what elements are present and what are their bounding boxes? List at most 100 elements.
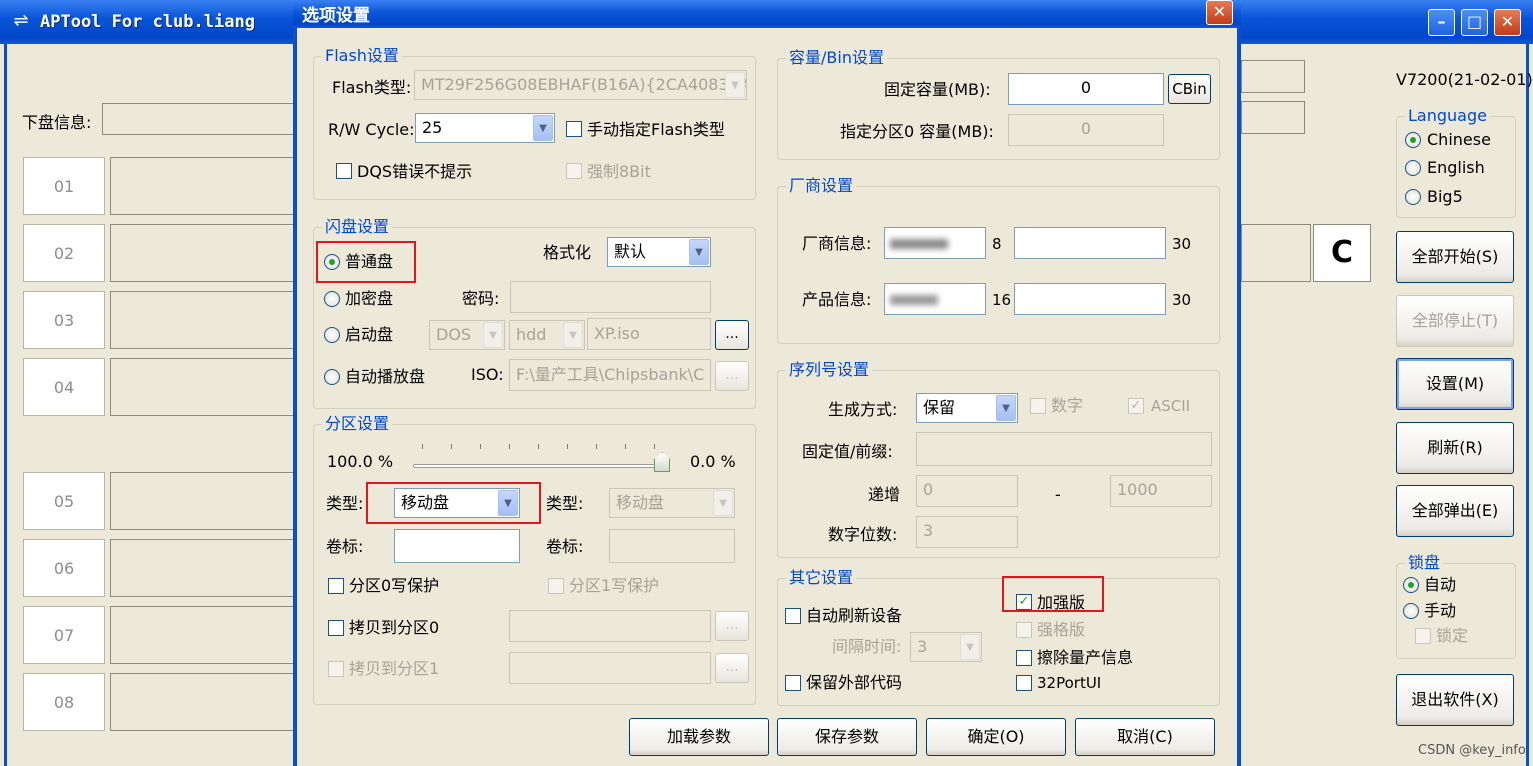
port32-ui-checkbox[interactable] bbox=[1016, 675, 1032, 691]
fixed-capacity-label: 固定容量(MB): bbox=[884, 80, 991, 99]
language-english-label: English bbox=[1427, 158, 1485, 177]
port-bar bbox=[110, 539, 300, 597]
iso-browse-button[interactable]: ... bbox=[715, 361, 749, 391]
iso-path-input[interactable]: F:\量产工具\Chipsbank\C bbox=[509, 359, 711, 391]
increment-from-input[interactable]: 0 bbox=[916, 475, 1018, 507]
disk-info-field bbox=[102, 103, 302, 135]
boot-disk-label: 启动盘 bbox=[345, 325, 394, 344]
cancel-button[interactable]: 取消(C) bbox=[1075, 718, 1215, 756]
boot-dos-select[interactable]: DOS ▼ bbox=[429, 320, 505, 350]
partition0-capacity-label: 指定分区0 容量(MB): bbox=[840, 122, 994, 141]
lock-auto-radio[interactable] bbox=[1403, 577, 1419, 593]
force-8bit-checkbox[interactable] bbox=[566, 163, 582, 179]
drive-letter: C bbox=[1313, 224, 1371, 282]
partition1-type-select[interactable]: 移动盘 ▼ bbox=[609, 488, 735, 518]
format-select[interactable]: 默认 ▼ bbox=[607, 237, 711, 267]
boot-hdd-select[interactable]: hdd ▼ bbox=[509, 320, 585, 350]
format-value: 默认 bbox=[614, 242, 647, 261]
product-info-extra-input[interactable] bbox=[1014, 283, 1166, 315]
serial-ascii-checkbox[interactable]: ✓ bbox=[1128, 398, 1144, 414]
fixed-prefix-input[interactable] bbox=[916, 432, 1212, 466]
boot-dos-value: DOS bbox=[436, 325, 472, 344]
info-field bbox=[1241, 101, 1305, 134]
copy-to-partition1-browse-button[interactable]: ... bbox=[715, 653, 749, 683]
partition1-volume-input[interactable] bbox=[609, 529, 735, 563]
copy-to-partition0-browse-button[interactable]: ... bbox=[715, 611, 749, 641]
save-params-button[interactable]: 保存参数 bbox=[777, 718, 917, 756]
refresh-button[interactable]: 刷新(R) bbox=[1396, 422, 1514, 474]
normal-disk-radio[interactable] bbox=[324, 254, 340, 270]
vendor-info-max: 30 bbox=[1172, 235, 1192, 253]
flash-type-select[interactable]: MT29F256G08EBHAF(B16A){2CA40832A ▼ bbox=[414, 70, 747, 100]
fixed-capacity-input[interactable]: 0 bbox=[1008, 73, 1164, 105]
dialog-close-icon[interactable]: ✕ bbox=[1206, 0, 1233, 25]
lock-group-label: 锁盘 bbox=[1405, 553, 1444, 573]
manual-flash-type-checkbox[interactable] bbox=[566, 121, 582, 137]
eject-all-button[interactable]: 全部弹出(E) bbox=[1396, 485, 1514, 537]
auto-refresh-label: 自动刷新设备 bbox=[806, 606, 903, 625]
product-info-input[interactable] bbox=[884, 283, 986, 315]
interval-select[interactable]: 3 ▼ bbox=[910, 632, 982, 662]
version-label: V7200(21-02-01) bbox=[1396, 70, 1533, 89]
partition0-type-select[interactable]: 移动盘 ▼ bbox=[394, 488, 520, 518]
settings-button[interactable]: 设置(M) bbox=[1396, 358, 1514, 410]
serial-digit-checkbox[interactable] bbox=[1030, 398, 1046, 414]
boot-disk-radio[interactable] bbox=[324, 327, 340, 343]
copy-to-partition1-checkbox[interactable] bbox=[328, 661, 344, 677]
keep-external-code-checkbox[interactable] bbox=[785, 675, 801, 691]
port-label: 02 bbox=[23, 224, 105, 282]
increment-to-input[interactable]: 1000 bbox=[1110, 475, 1212, 507]
auto-refresh-checkbox[interactable] bbox=[785, 608, 801, 624]
copy-to-partition0-path[interactable] bbox=[509, 610, 711, 642]
autoplay-disk-radio[interactable] bbox=[324, 369, 340, 385]
partition0-write-protect-label: 分区0写保护 bbox=[349, 576, 440, 595]
port-bar bbox=[110, 291, 300, 349]
vendor-info-extra-input[interactable] bbox=[1014, 227, 1166, 259]
maximize-icon[interactable]: □ bbox=[1461, 9, 1488, 36]
enhanced-edition-checkbox[interactable]: ✓ bbox=[1016, 594, 1032, 610]
strict-edition-label: 强格版 bbox=[1037, 620, 1086, 639]
partition-slider[interactable] bbox=[413, 444, 670, 474]
boot-iso-input[interactable]: XP.iso bbox=[587, 318, 711, 350]
language-big5-radio[interactable] bbox=[1405, 189, 1421, 205]
close-icon[interactable]: ✕ bbox=[1494, 9, 1521, 36]
start-all-button[interactable]: 全部开始(S) bbox=[1396, 231, 1514, 283]
password-input[interactable] bbox=[510, 281, 711, 313]
cbin-button[interactable]: CBin bbox=[1168, 74, 1211, 104]
language-chinese-radio[interactable] bbox=[1405, 132, 1421, 148]
interval-value: 3 bbox=[917, 637, 928, 656]
minimize-icon[interactable]: – bbox=[1428, 9, 1455, 36]
product-info-max: 30 bbox=[1172, 291, 1192, 309]
partition1-write-protect-checkbox[interactable] bbox=[548, 578, 564, 594]
partition0-write-protect-checkbox[interactable] bbox=[328, 578, 344, 594]
vendor-info-input[interactable] bbox=[884, 227, 986, 259]
copy-to-partition0-checkbox[interactable] bbox=[328, 620, 344, 636]
erase-production-info-checkbox[interactable] bbox=[1016, 650, 1032, 666]
copy-to-partition1-path[interactable] bbox=[509, 652, 711, 684]
lock-manual-radio[interactable] bbox=[1403, 603, 1419, 619]
ok-button[interactable]: 确定(O) bbox=[926, 718, 1066, 756]
exit-button[interactable]: 退出软件(X) bbox=[1396, 674, 1514, 726]
dqs-checkbox[interactable] bbox=[336, 163, 352, 179]
other-group-label: 其它设置 bbox=[786, 568, 857, 588]
partition1-volume-label: 卷标: bbox=[546, 537, 584, 556]
language-english-radio[interactable] bbox=[1405, 160, 1421, 176]
encrypted-disk-radio[interactable] bbox=[324, 291, 340, 307]
port-label: 01 bbox=[23, 157, 105, 215]
strict-edition-checkbox[interactable] bbox=[1016, 622, 1032, 638]
boot-iso-browse-button[interactable]: ... bbox=[715, 320, 749, 350]
partition0-volume-input[interactable] bbox=[394, 529, 520, 563]
rw-cycle-value: 25 bbox=[422, 118, 443, 137]
lock-checkbox[interactable] bbox=[1415, 628, 1431, 644]
partition-group-label: 分区设置 bbox=[322, 414, 393, 434]
generation-method-select[interactable]: 保留 ▼ bbox=[916, 393, 1018, 423]
slider-thumb-icon[interactable] bbox=[654, 452, 670, 472]
digit-count-input[interactable]: 3 bbox=[916, 516, 1018, 548]
load-params-button[interactable]: 加载参数 bbox=[629, 718, 769, 756]
redacted-text-icon bbox=[890, 295, 938, 305]
stop-all-button[interactable]: 全部停止(T) bbox=[1396, 295, 1514, 347]
partition0-capacity-input[interactable]: 0 bbox=[1008, 114, 1164, 146]
chevron-down-icon: ▼ bbox=[725, 72, 745, 98]
rw-cycle-select[interactable]: 25 ▼ bbox=[415, 113, 555, 143]
lock-manual-label: 手动 bbox=[1424, 601, 1457, 620]
